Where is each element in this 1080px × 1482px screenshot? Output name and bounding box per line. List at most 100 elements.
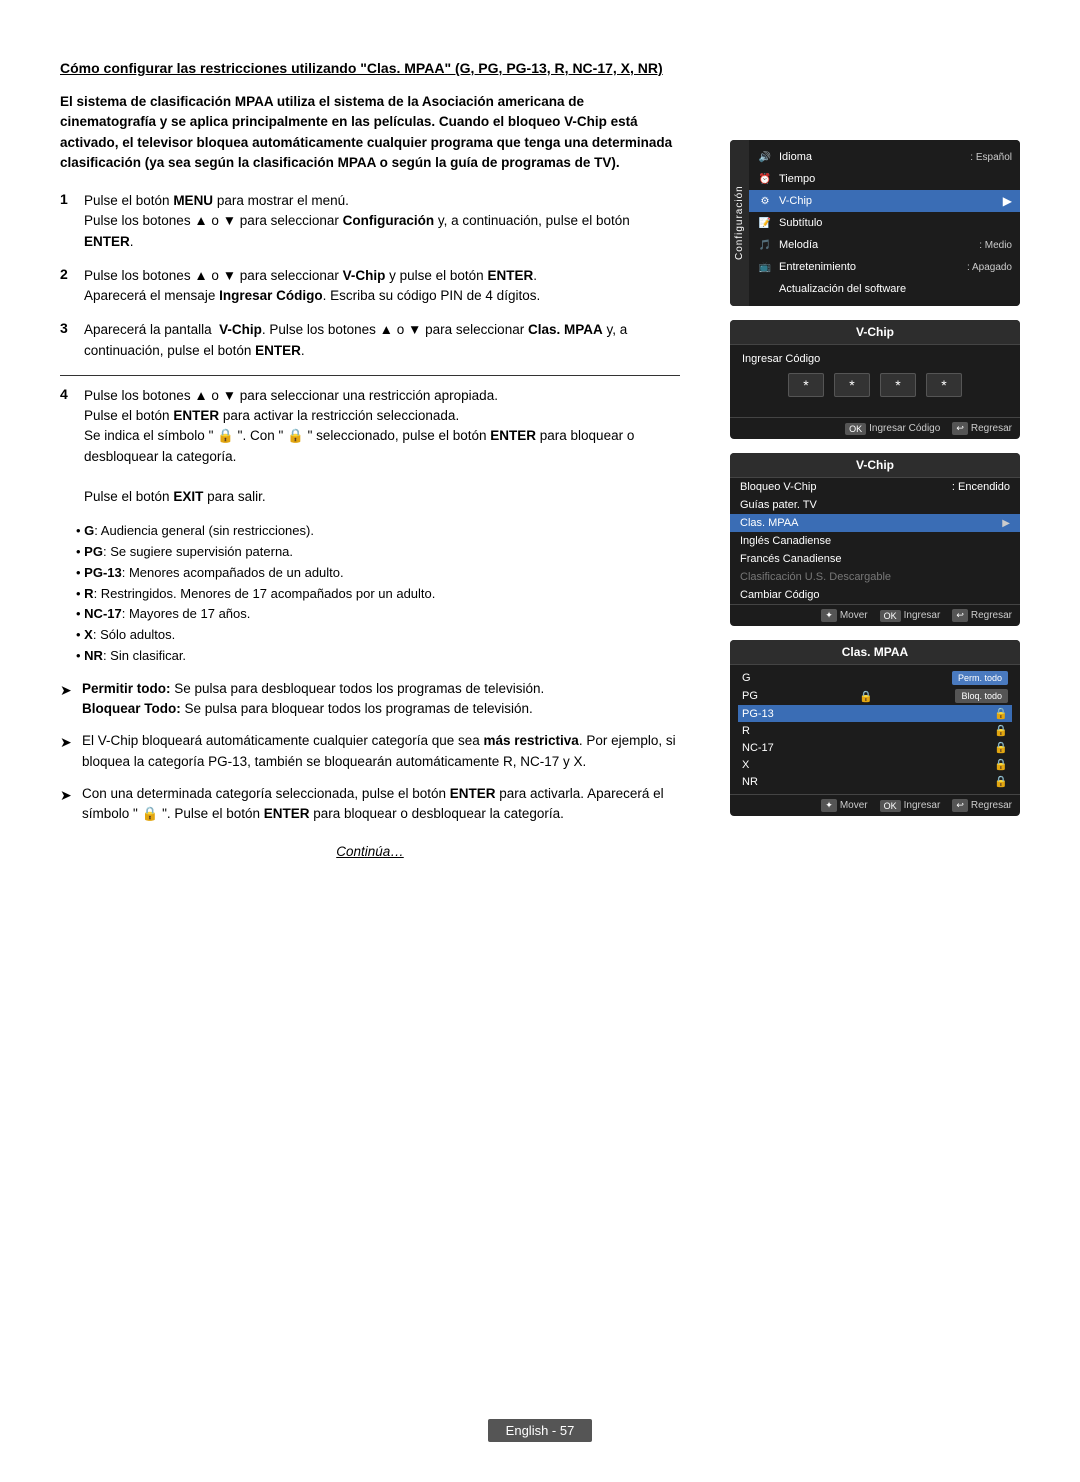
bullet-r: R: Restringidos. Menores de 17 acompañad… <box>76 584 680 605</box>
footer-mover-label-3: Mover <box>840 610 868 621</box>
ingresar-codigo-label: Ingresar Código <box>742 353 1008 365</box>
menu-item-subtitulo: 📝 Subtítulo <box>749 212 1020 234</box>
melodia-icon: 🎵 <box>757 237 773 253</box>
mpaa-pg13-lock: 🔒 <box>994 707 1008 720</box>
mpaa-row-nc17: NC-17 🔒 <box>738 739 1012 756</box>
footer-regresar: ↩ Regresar <box>952 422 1012 435</box>
clas-arrow: ▶ <box>1002 518 1010 529</box>
mpaa-row-x: X 🔒 <box>738 756 1012 773</box>
vchip-menu-cambiar: Cambiar Código <box>730 586 1020 604</box>
mpaa-pg13-label: PG-13 <box>742 708 777 720</box>
descargable-label: Clasificación U.S. Descargable <box>740 571 891 583</box>
mpaa-nc17-label: NC-17 <box>742 742 777 754</box>
footer-badge: English - 57 <box>488 1419 593 1442</box>
menu-item-tiempo: ⏰ Tiempo <box>749 168 1020 190</box>
intro-paragraph: El sistema de clasificación MPAA utiliza… <box>60 92 680 173</box>
pin-dot-3: * <box>880 373 916 397</box>
pin-dot-1: * <box>788 373 824 397</box>
melodia-label: Melodía <box>779 239 973 251</box>
ingles-label: Inglés Canadiense <box>740 535 831 547</box>
step-2-number: 2 <box>60 266 76 282</box>
bullet-pg13: PG-13: Menores acompañados de un adulto. <box>76 563 680 584</box>
dpad-icon-4: ✦ <box>821 799 837 812</box>
menu-item-actualizacion: Actualización del software <box>749 278 1020 300</box>
back-icon-4: ↩ <box>952 799 968 812</box>
arrow-point-1: ➤ Permitir todo: Se pulsa para desbloque… <box>60 679 680 720</box>
mpaa-row-pg: PG 🔒 Bloq. todo <box>738 687 1012 705</box>
clas-label: Clas. MPAA <box>740 517 798 529</box>
mpaa-row-pg13: PG-13 🔒 <box>738 705 1012 722</box>
arrow-point-3: ➤ Con una determinada categoría seleccio… <box>60 784 680 825</box>
menu-item-entretenimiento: 📺 Entretenimiento : Apagado <box>749 256 1020 278</box>
mpaa-nr-lock: 🔒 <box>994 775 1008 788</box>
vchip-pin-panel: V-Chip Ingresar Código * * * * OK Ingres… <box>730 320 1020 439</box>
footer-ingresar-label: Ingresar Código <box>869 423 940 434</box>
mpaa-row-nr: NR 🔒 <box>738 773 1012 790</box>
vchip-menu-label: V-Chip <box>779 195 997 207</box>
rating-bullets: G: Audiencia general (sin restricciones)… <box>76 521 680 667</box>
vchip-arrow: ▶ <box>1003 194 1012 208</box>
bloqueo-label: Bloqueo V-Chip <box>740 481 816 493</box>
pin-dots: * * * * <box>742 373 1008 397</box>
bullet-pg: PG: Se sugiere supervisión paterna. <box>76 542 680 563</box>
footer-regresar-label-4: Regresar <box>971 800 1012 811</box>
mpaa-body: G Perm. todo PG 🔒 Bloq. todo PG-13 🔒 R 🔒 <box>730 665 1020 794</box>
bullet-x: X: Sólo adultos. <box>76 625 680 646</box>
actualizacion-icon <box>757 281 773 297</box>
mpaa-x-lock: 🔒 <box>994 758 1008 771</box>
vchip-pin-title: V-Chip <box>730 320 1020 345</box>
page-title: Cómo configurar las restricciones utiliz… <box>60 60 680 76</box>
vchip-menu-clas: Clas. MPAA ▶ <box>730 514 1020 532</box>
arrow-icon-1: ➤ <box>60 680 76 701</box>
config-menu: 🔊 Idioma : Español ⏰ Tiempo ⚙ V-Chip ▶ 📝… <box>749 140 1020 306</box>
step-3: 3 Aparecerá la pantalla V-Chip. Pulse lo… <box>60 320 680 361</box>
step-1-number: 1 <box>60 191 76 207</box>
continua-link: Continúa… <box>60 844 680 859</box>
mpaa-nc17-lock: 🔒 <box>994 741 1008 754</box>
footer-regresar-3: ↩ Regresar <box>952 609 1012 622</box>
step-4-number: 4 <box>60 386 76 402</box>
continua-text: Continúa… <box>336 844 404 859</box>
vchip-menu-items: Bloqueo V-Chip : Encendido Guías pater. … <box>730 478 1020 604</box>
mpaa-g-label: G <box>742 672 777 684</box>
vchip-menu-frances: Francés Canadiense <box>730 550 1020 568</box>
arrow-point-2: ➤ El V-Chip bloqueará automáticamente cu… <box>60 731 680 772</box>
footer-ingresar: OK Ingresar Código <box>845 422 940 435</box>
actualizacion-label: Actualización del software <box>779 283 1012 295</box>
arrow-icon-3: ➤ <box>60 785 76 806</box>
vchip-menu-title: V-Chip <box>730 453 1020 478</box>
vchip-menu-ingles: Inglés Canadiense <box>730 532 1020 550</box>
dpad-icon-3: ✦ <box>821 609 837 622</box>
bloqueo-value: : Encendido <box>952 481 1010 493</box>
mpaa-r-label: R <box>742 725 777 737</box>
vchip-pin-body: Ingresar Código * * * * <box>730 345 1020 417</box>
bullet-nc17: NC-17: Mayores de 17 años. <box>76 604 680 625</box>
guias-label: Guías pater. TV <box>740 499 817 511</box>
mpaa-perm-btn: Perm. todo <box>952 671 1008 685</box>
step-1: 1 Pulse el botón MENU para mostrar el me… <box>60 191 680 252</box>
bullet-nr: NR: Sin clasificar. <box>76 646 680 667</box>
mpaa-panel: Clas. MPAA G Perm. todo PG 🔒 Bloq. todo … <box>730 640 1020 816</box>
menu-item-vchip: ⚙ V-Chip ▶ <box>749 190 1020 212</box>
back-icon-3: ↩ <box>952 609 968 622</box>
mpaa-pg-lock: 🔒 <box>859 690 873 703</box>
vchip-menu-panel: V-Chip Bloqueo V-Chip : Encendido Guías … <box>730 453 1020 626</box>
idioma-icon: 🔊 <box>757 149 773 165</box>
ok-icon-4: OK <box>880 800 901 812</box>
footer-ingresar-label-4: Ingresar <box>904 800 941 811</box>
divider <box>60 375 680 376</box>
step-1-content: Pulse el botón MENU para mostrar el menú… <box>84 191 680 252</box>
back-button-icon: ↩ <box>952 422 968 435</box>
footer-regresar-4: ↩ Regresar <box>952 799 1012 812</box>
footer-ingresar-label-3: Ingresar <box>904 610 941 621</box>
footer-mover-4: ✦ Mover <box>821 799 867 812</box>
subtitulo-label: Subtítulo <box>779 217 1012 229</box>
tiempo-label: Tiempo <box>779 173 1006 185</box>
config-tab-label: Configuración <box>730 140 749 306</box>
vchip-menu-descargable: Clasificación U.S. Descargable <box>730 568 1020 586</box>
step-3-number: 3 <box>60 320 76 336</box>
step-4: 4 Pulse los botones ▲ o ▼ para seleccion… <box>60 386 680 508</box>
idioma-label: Idioma <box>779 151 964 163</box>
mpaa-pg-label: PG <box>742 690 777 702</box>
idioma-value: : Español <box>970 152 1012 163</box>
